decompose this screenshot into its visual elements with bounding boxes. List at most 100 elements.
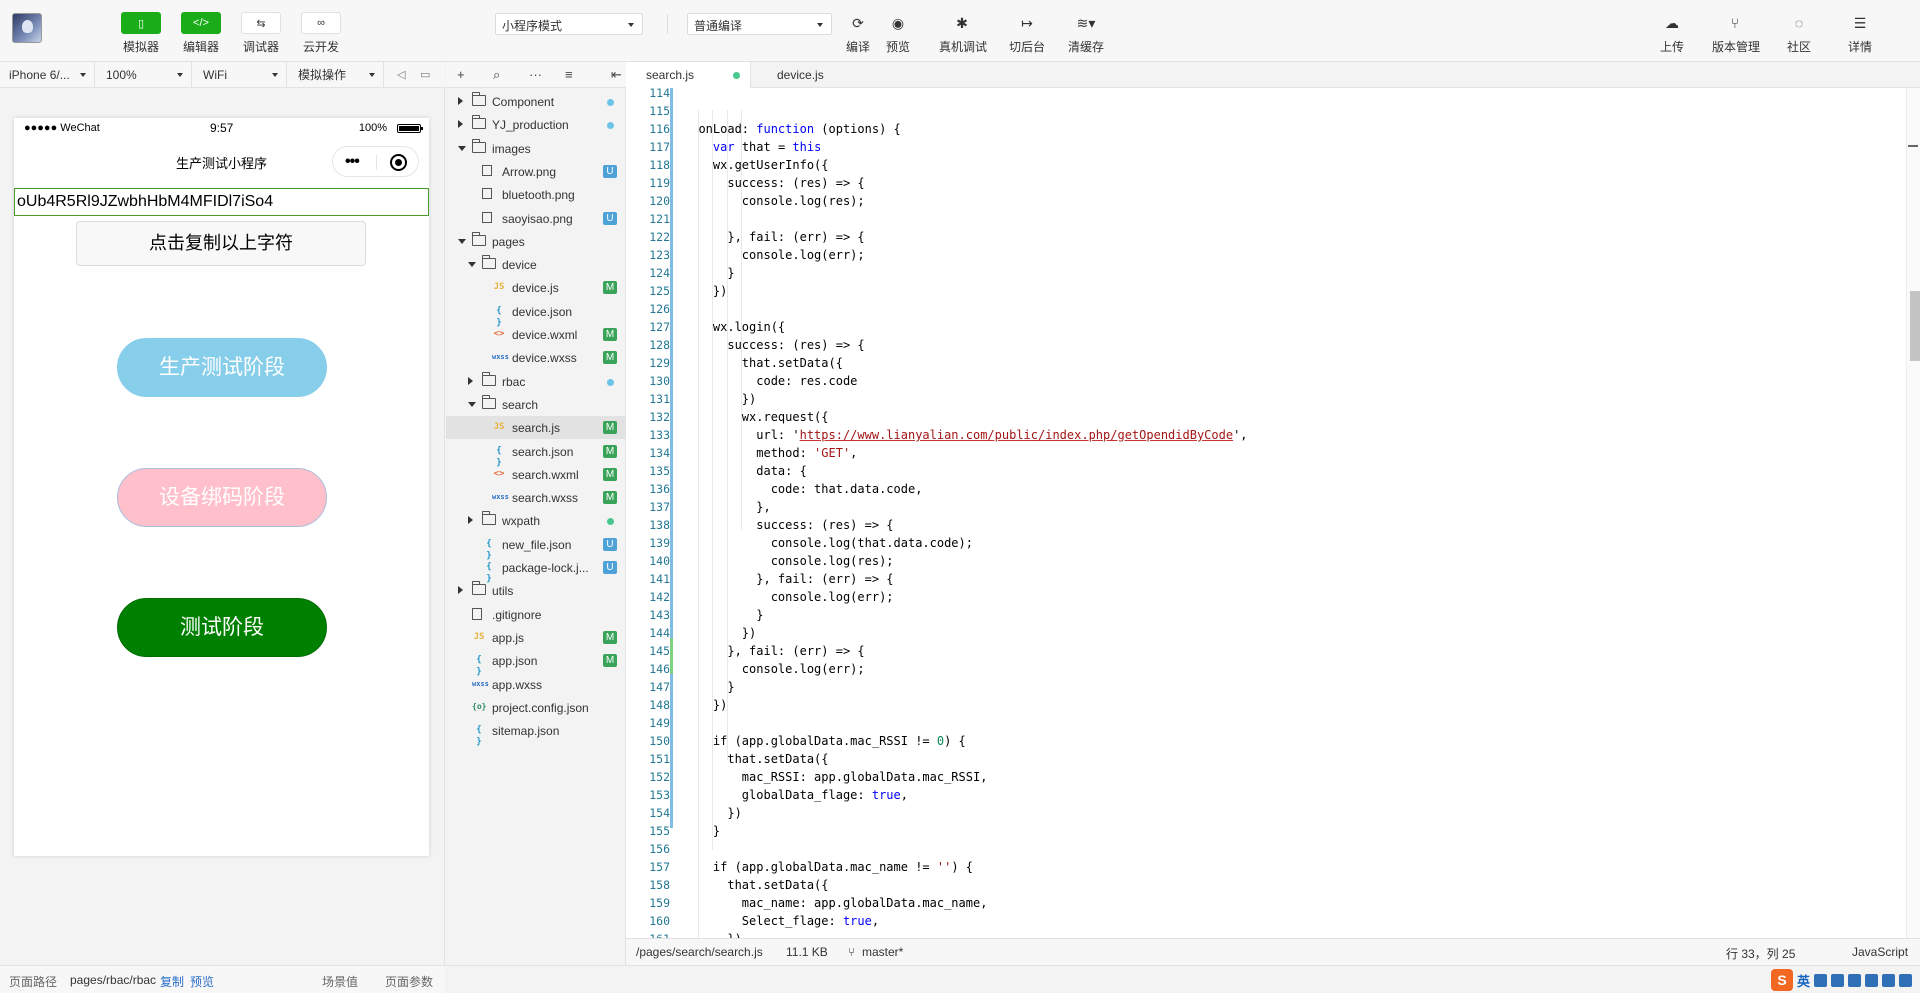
- code-line[interactable]: }): [684, 696, 727, 714]
- code-line[interactable]: wx.login({: [684, 318, 785, 336]
- more-dots-icon[interactable]: •••: [345, 153, 360, 171]
- file-tree-item[interactable]: { } device.json: [446, 300, 626, 328]
- shirt-icon[interactable]: [1882, 973, 1895, 987]
- code-editor[interactable]: 114 115 116 117 118 119 120 121 122 123 124 125 126 1…: [626, 88, 1920, 938]
- real-device-debug-button[interactable]: ✱ 真机调试: [939, 12, 987, 55]
- page-params-button[interactable]: 页面参数: [385, 973, 433, 990]
- user-avatar[interactable]: [12, 13, 42, 43]
- file-tree-item[interactable]: { } search.json M: [446, 440, 626, 468]
- ime-language-text[interactable]: 英: [1797, 971, 1810, 990]
- file-tree-item[interactable]: {o} project.config.json: [446, 696, 626, 719]
- code-line[interactable]: console.log(err);: [684, 588, 894, 606]
- mode-select[interactable]: 小程序模式: [495, 13, 643, 35]
- chevron-down-icon[interactable]: [468, 262, 476, 268]
- ime-toolbar[interactable]: S 英: [1770, 969, 1912, 991]
- code-line[interactable]: that.setData({: [684, 354, 843, 372]
- add-file-icon[interactable]: +: [457, 67, 465, 82]
- network-select[interactable]: WiFi: [194, 62, 287, 88]
- code-line[interactable]: Select_flage: true,: [684, 912, 879, 930]
- file-tree-item[interactable]: device: [446, 253, 626, 276]
- preview-path-link[interactable]: 预览: [190, 973, 214, 990]
- more-icon[interactable]: ···: [529, 67, 542, 82]
- chevron-right-icon[interactable]: [458, 586, 463, 595]
- chevron-right-icon[interactable]: [468, 516, 473, 525]
- sort-icon[interactable]: ≡: [565, 67, 573, 82]
- file-tree-item[interactable]: { } sitemap.json: [446, 719, 626, 747]
- code-line[interactable]: }, fail: (err) => {: [684, 228, 864, 246]
- chevron-right-icon[interactable]: [458, 97, 463, 105]
- keyboard-icon[interactable]: [1848, 973, 1861, 987]
- production-test-stage-button[interactable]: 生产测试阶段: [117, 338, 327, 397]
- chevron-down-icon[interactable]: [458, 238, 466, 244]
- search-icon[interactable]: ⌕: [493, 67, 500, 83]
- code-line[interactable]: var that = this: [684, 138, 821, 156]
- background-button[interactable]: ↦ 切后台: [1004, 12, 1050, 55]
- file-tree-item[interactable]: wxss search.wxss M: [446, 486, 626, 509]
- language-mode-text[interactable]: JavaScript: [1852, 945, 1908, 959]
- code-line[interactable]: console.log(res);: [684, 192, 865, 210]
- code-line[interactable]: method: 'GET',: [684, 444, 857, 462]
- file-tree-item[interactable]: search: [446, 393, 626, 416]
- device-binding-stage-button[interactable]: 设备绑码阶段: [117, 468, 327, 527]
- code-line[interactable]: wx.getUserInfo({: [684, 156, 829, 174]
- zoom-select[interactable]: 100%: [97, 62, 192, 88]
- code-line[interactable]: that.setData({: [684, 750, 828, 768]
- code-line[interactable]: }): [684, 282, 727, 300]
- preview-button[interactable]: ◉ 预览: [875, 12, 921, 55]
- code-line[interactable]: console.log(res);: [684, 552, 894, 570]
- code-line[interactable]: }, fail: (err) => {: [684, 642, 864, 660]
- code-line[interactable]: code: res.code: [684, 372, 857, 390]
- editor-scrollbar[interactable]: [1906, 88, 1920, 938]
- debugger-toggle-button[interactable]: ⇆ 调试器: [238, 12, 284, 55]
- code-line[interactable]: success: (res) => {: [684, 516, 893, 534]
- file-tree-item[interactable]: wxss device.wxss M: [446, 346, 626, 369]
- code-line[interactable]: }): [684, 390, 756, 408]
- code-line[interactable]: data: {: [684, 462, 807, 480]
- code-line[interactable]: }): [684, 624, 756, 642]
- simulator-toggle-button[interactable]: ▯ 模拟器: [118, 12, 164, 55]
- code-line[interactable]: that.setData({: [684, 876, 828, 894]
- code-line[interactable]: globalData_flage: true,: [684, 786, 908, 804]
- moon-icon[interactable]: [1814, 973, 1827, 987]
- file-tree-item[interactable]: JS search.js M: [446, 416, 626, 440]
- community-button[interactable]: ◌ 社区: [1776, 12, 1822, 55]
- chevron-right-icon[interactable]: [468, 376, 473, 385]
- file-tree-item[interactable]: wxss app.wxss: [446, 673, 626, 696]
- file-tree-item[interactable]: Arrow.png U: [446, 160, 626, 183]
- version-manage-button[interactable]: ⑂ 版本管理: [1712, 12, 1760, 55]
- file-tree-item[interactable]: pages: [446, 230, 626, 253]
- mute-icon[interactable]: ◁: [397, 68, 405, 81]
- chevron-down-icon[interactable]: [458, 145, 466, 151]
- code-line[interactable]: }): [684, 930, 741, 938]
- code-line[interactable]: console.log(err);: [684, 660, 865, 678]
- file-tree-item[interactable]: { } new_file.json U: [446, 533, 626, 561]
- simulate-operation-select[interactable]: 模拟操作: [289, 62, 384, 88]
- code-line[interactable]: mac_name: app.globalData.mac_name,: [684, 894, 988, 912]
- file-tree-item[interactable]: bluetooth.png: [446, 183, 626, 206]
- file-tree-item[interactable]: Component: [446, 90, 626, 113]
- code-line[interactable]: if (app.globalData.mac_name != '') {: [684, 858, 973, 876]
- code-line[interactable]: }: [684, 606, 763, 624]
- file-tree-item[interactable]: JS device.js M: [446, 276, 626, 299]
- code-line[interactable]: url: 'https://www.lianyalian.com/public/…: [684, 426, 1247, 444]
- details-button[interactable]: ☰ 详情: [1837, 12, 1883, 55]
- scrollbar-thumb[interactable]: [1910, 291, 1920, 361]
- chevron-down-icon[interactable]: [468, 401, 476, 407]
- cloud-dev-button[interactable]: ∞ 云开发: [298, 12, 344, 55]
- tab-device-js[interactable]: device.js: [757, 62, 857, 88]
- git-branch-text[interactable]: master*: [862, 945, 903, 959]
- punctuation-icon[interactable]: [1831, 973, 1844, 987]
- file-tree-item[interactable]: <> device.wxml M: [446, 323, 626, 346]
- openid-text-field[interactable]: oUb4R5Rl9JZwbhHbM4MFIDl7iSo4: [14, 188, 429, 216]
- collapse-icon[interactable]: ⇤: [611, 67, 622, 83]
- code-line[interactable]: }, fail: (err) => {: [684, 570, 893, 588]
- code-line[interactable]: onLoad: function (options) {: [684, 120, 900, 138]
- tools-icon[interactable]: [1899, 973, 1912, 987]
- file-tree-item[interactable]: utils: [446, 579, 626, 602]
- capsule-menu[interactable]: •••: [332, 146, 419, 177]
- code-line[interactable]: success: (res) => {: [684, 336, 864, 354]
- file-tree-item[interactable]: saoyisao.png U: [446, 207, 626, 230]
- close-target-icon[interactable]: [390, 154, 407, 171]
- test-stage-button[interactable]: 测试阶段: [117, 598, 327, 657]
- file-tree-item[interactable]: rbac: [446, 370, 626, 393]
